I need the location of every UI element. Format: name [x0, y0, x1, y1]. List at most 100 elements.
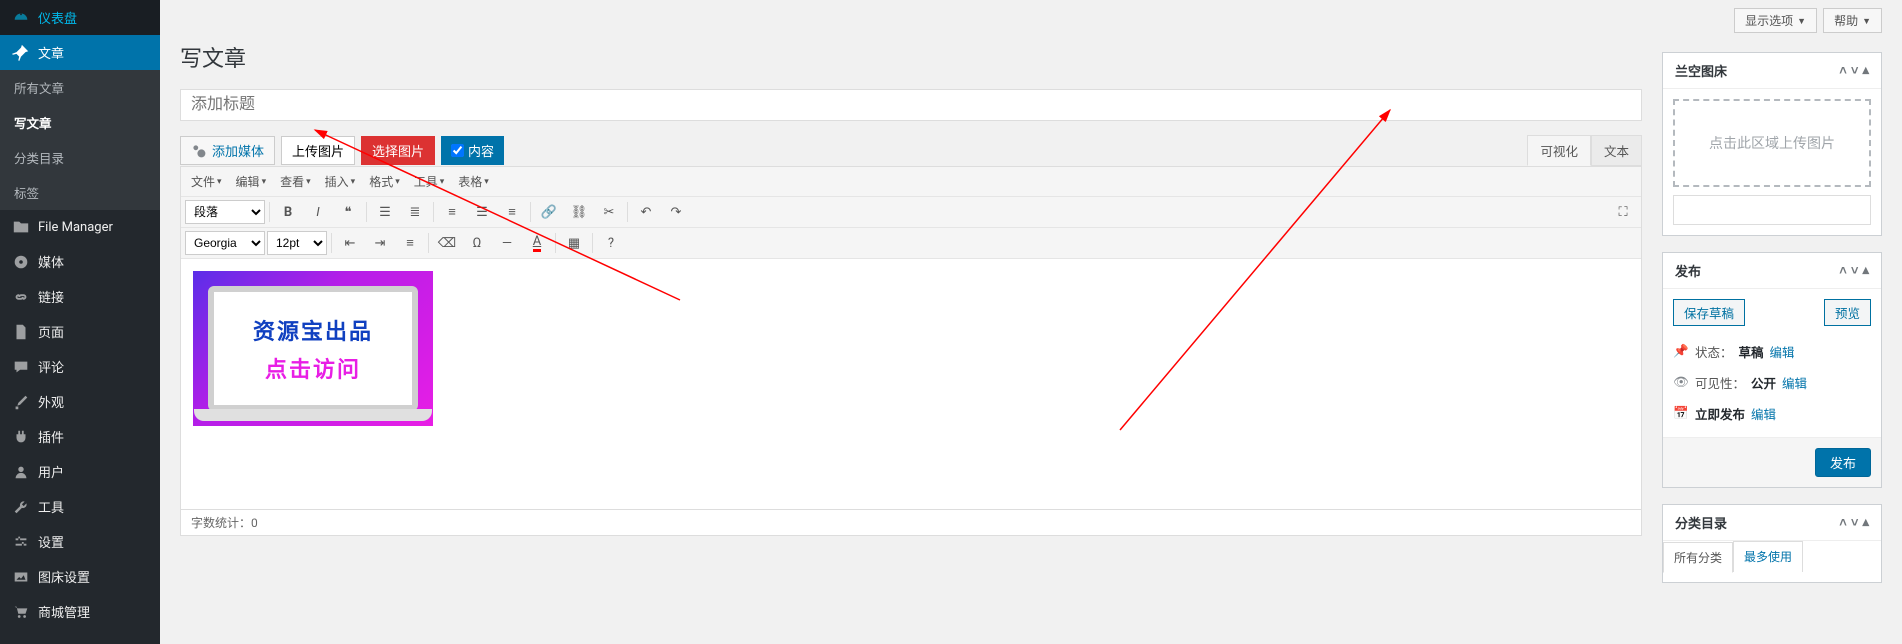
sidebar-item-settings[interactable]: 设置 — [0, 524, 160, 559]
sidebar-item-users[interactable]: 用户 — [0, 454, 160, 489]
menu-edit[interactable]: 编辑▾ — [230, 169, 273, 194]
table-button[interactable]: ▦ — [560, 230, 588, 256]
editor-toolbar-2: Georgia 12pt ⇤ ⇥ ≡ ⌫ Ω — A ▦ ? — [181, 228, 1641, 259]
post-title-input[interactable] — [180, 89, 1642, 121]
tab-visual[interactable]: 可视化 — [1527, 135, 1591, 166]
select-image-button[interactable]: 选择图片 — [361, 136, 435, 165]
brush-icon — [12, 393, 30, 411]
sidebar-item-file-manager[interactable]: File Manager — [0, 210, 160, 244]
menu-tools[interactable]: 工具▾ — [408, 169, 451, 194]
sidebar-item-dashboard[interactable]: 仪表盘 — [0, 0, 160, 35]
screen-options-button[interactable]: 显示选项 ▼ — [1734, 8, 1817, 33]
toggle-icon[interactable]: ▴ — [1862, 63, 1869, 79]
sidebar-sub-all-posts[interactable]: 所有文章 — [0, 70, 160, 105]
sidebar-sub-categories[interactable]: 分类目录 — [0, 140, 160, 175]
indent-button[interactable]: ⇥ — [366, 230, 394, 256]
content-image[interactable]: 资源宝出品 点击访问 — [193, 271, 433, 426]
key-icon: 📌 — [1673, 344, 1689, 359]
link-icon — [12, 288, 30, 306]
more-button[interactable]: ✂ — [595, 199, 623, 225]
outdent-button[interactable]: ⇤ — [336, 230, 364, 256]
redo-button[interactable]: ↷ — [662, 199, 690, 225]
sidebar-item-media[interactable]: 媒体 — [0, 244, 160, 279]
metabox-image-host: 兰空图床 ˄˅▴ 点击此区域上传图片 — [1662, 52, 1882, 236]
bullet-list-button[interactable]: ☰ — [371, 199, 399, 225]
clear-format-button[interactable]: ⌫ — [433, 230, 461, 256]
chevron-down-icon[interactable]: ˅ — [1851, 263, 1859, 279]
unlink-button[interactable]: ⛓ — [565, 199, 593, 225]
bold-button[interactable]: B — [274, 199, 302, 225]
page-title: 写文章 — [180, 33, 1882, 89]
dashboard-icon — [12, 9, 30, 27]
metabox-title[interactable]: 发布 ˄˅▴ — [1663, 253, 1881, 289]
menu-insert[interactable]: 插入▾ — [319, 169, 362, 194]
main-content: 显示选项 ▼ 帮助 ▼ 写文章 添加媒体 上传图片 选择图片 内容 可视化 — [160, 0, 1902, 644]
metabox-publish: 发布 ˄˅▴ 保存草稿 预览 📌 状态： 草稿 编辑 👁 — [1662, 252, 1882, 488]
sidebar-item-appearance[interactable]: 外观 — [0, 384, 160, 419]
font-family-select[interactable]: Georgia — [185, 231, 265, 255]
align-left-button[interactable]: ≡ — [438, 199, 466, 225]
menu-table[interactable]: 表格▾ — [452, 169, 495, 194]
edit-status-link[interactable]: 编辑 — [1770, 342, 1795, 361]
toggle-icon[interactable]: ▴ — [1862, 515, 1869, 531]
special-char-button[interactable]: Ω — [463, 230, 491, 256]
format-select[interactable]: 段落 — [185, 200, 265, 224]
menu-file[interactable]: 文件▾ — [185, 169, 228, 194]
sidebar-item-plugins[interactable]: 插件 — [0, 419, 160, 454]
number-list-button[interactable]: ≣ — [401, 199, 429, 225]
hr-button[interactable]: — — [493, 230, 521, 256]
edit-schedule-link[interactable]: 编辑 — [1751, 404, 1776, 423]
upload-image-button[interactable]: 上传图片 — [281, 136, 355, 165]
align-right-button[interactable]: ≡ — [498, 199, 526, 225]
sidebar-item-tools[interactable]: 工具 — [0, 489, 160, 524]
folder-icon — [12, 218, 30, 236]
metabox-title[interactable]: 分类目录 ˄˅▴ — [1663, 505, 1881, 541]
editor-content-area[interactable]: 资源宝出品 点击访问 — [181, 259, 1641, 509]
sidebar-item-links[interactable]: 链接 — [0, 279, 160, 314]
align-center-button[interactable]: ☰ — [468, 199, 496, 225]
upload-dropzone[interactable]: 点击此区域上传图片 — [1673, 99, 1871, 187]
help-button[interactable]: 帮助 ▼ — [1823, 8, 1882, 33]
cat-tab-all[interactable]: 所有分类 — [1663, 542, 1733, 573]
blockquote-button[interactable]: ❝ — [334, 199, 362, 225]
save-draft-button[interactable]: 保存草稿 — [1673, 299, 1745, 326]
publish-button[interactable]: 发布 — [1815, 448, 1871, 477]
chevron-up-icon[interactable]: ˄ — [1839, 63, 1847, 79]
help-icon-button[interactable]: ? — [597, 230, 625, 256]
sidebar-item-image-host[interactable]: 图床设置 — [0, 559, 160, 594]
chevron-down-icon[interactable]: ˅ — [1851, 63, 1859, 79]
toggle-icon[interactable]: ▴ — [1862, 263, 1869, 279]
admin-sidebar: 仪表盘 文章 所有文章 写文章 分类目录 标签 File Manager 媒体 … — [0, 0, 160, 644]
editor: 文件▾ 编辑▾ 查看▾ 插入▾ 格式▾ 工具▾ 表格▾ 段落 B I ❝ ☰ ≣ — [180, 166, 1642, 510]
content-checkbox-label[interactable]: 内容 — [441, 136, 504, 165]
cat-tab-most[interactable]: 最多使用 — [1733, 541, 1803, 572]
preview-button[interactable]: 预览 — [1824, 299, 1871, 326]
italic-button[interactable]: I — [304, 199, 332, 225]
tab-text[interactable]: 文本 — [1591, 135, 1642, 166]
eye-icon: 👁 — [1673, 375, 1689, 390]
metabox-title[interactable]: 兰空图床 ˄˅▴ — [1663, 53, 1881, 89]
menu-format[interactable]: 格式▾ — [363, 169, 406, 194]
chevron-up-icon[interactable]: ˄ — [1839, 515, 1847, 531]
comment-icon — [12, 358, 30, 376]
content-checkbox[interactable] — [451, 144, 464, 157]
justify-button[interactable]: ≡ — [396, 230, 424, 256]
edit-visibility-link[interactable]: 编辑 — [1782, 373, 1807, 392]
sidebar-item-posts[interactable]: 文章 — [0, 35, 160, 70]
sidebar-item-pages[interactable]: 页面 — [0, 314, 160, 349]
fullscreen-button[interactable]: ⛶ — [1609, 199, 1637, 225]
add-media-button[interactable]: 添加媒体 — [180, 136, 275, 165]
sidebar-sub-tags[interactable]: 标签 — [0, 175, 160, 210]
link-button[interactable]: 🔗 — [535, 199, 563, 225]
sidebar-item-comments[interactable]: 评论 — [0, 349, 160, 384]
editor-menubar: 文件▾ 编辑▾ 查看▾ 插入▾ 格式▾ 工具▾ 表格▾ — [181, 167, 1641, 197]
undo-button[interactable]: ↶ — [632, 199, 660, 225]
menu-view[interactable]: 查看▾ — [274, 169, 317, 194]
sidebar-item-shop[interactable]: 商城管理 — [0, 594, 160, 629]
chevron-down-icon[interactable]: ˅ — [1851, 515, 1859, 531]
chevron-up-icon[interactable]: ˄ — [1839, 263, 1847, 279]
text-color-button[interactable]: A — [523, 230, 551, 256]
calendar-icon: 📅 — [1673, 406, 1689, 421]
sidebar-sub-new-post[interactable]: 写文章 — [0, 105, 160, 140]
font-size-select[interactable]: 12pt — [267, 231, 327, 255]
